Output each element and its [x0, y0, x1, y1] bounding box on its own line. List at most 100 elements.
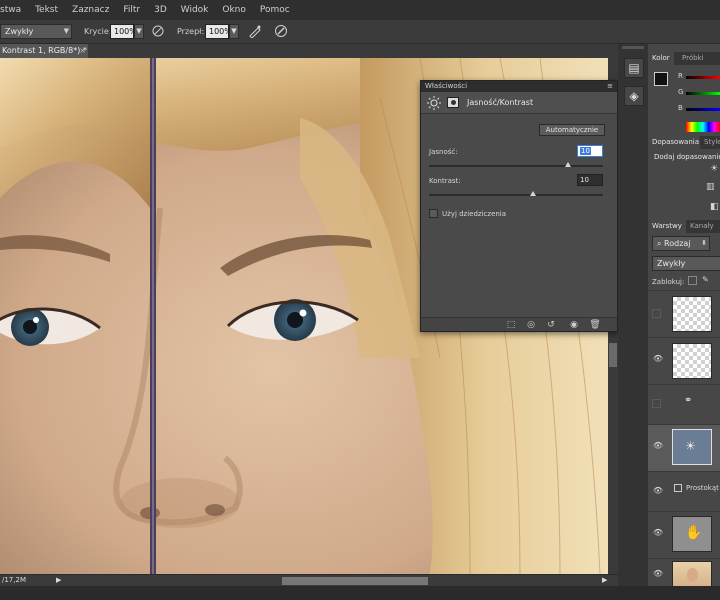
pressure-icon[interactable] [152, 25, 164, 37]
mask-icon[interactable] [447, 97, 459, 108]
menu-item-3d[interactable]: 3D [147, 5, 174, 15]
properties-panel-title-text: Właściwości [425, 82, 468, 90]
tab-swatches[interactable]: Próbki [678, 52, 708, 65]
tab-channels[interactable]: Kanały [686, 220, 718, 233]
trash-icon[interactable]: 🗑 [587, 319, 603, 331]
document-tab[interactable]: Kontrast 1, RGB/8*) * × [0, 44, 88, 58]
status-menu-icon[interactable]: ▶ [56, 576, 61, 584]
menu-item-window[interactable]: Okno [215, 5, 253, 15]
layer-row-selected[interactable]: 👁 ☀ [648, 424, 720, 471]
panel-icon-column: ▤ ◈ [618, 44, 648, 586]
menu-item-select[interactable]: Zaznacz [65, 5, 116, 15]
brightness-slider-knob[interactable] [565, 162, 572, 167]
channel-b-label: B [678, 104, 683, 112]
eye-icon[interactable]: 👁 [652, 528, 664, 538]
search-icon: ⌕ [657, 239, 665, 248]
legacy-label: Użyj dziedziczenia [442, 210, 507, 218]
bottom-strip [0, 586, 720, 600]
blend-mode-value: Zwykły [657, 259, 686, 268]
layer-row[interactable]: 👁 [648, 337, 720, 384]
right-panel-dock: Kolor Próbki R G B Dopasowania Style Dod… [648, 44, 720, 587]
color-spectrum-bar[interactable] [686, 122, 720, 132]
eye-icon[interactable]: 👁 [652, 569, 664, 579]
contrast-slider-knob[interactable] [530, 191, 537, 196]
opacity-dropdown-icon[interactable]: ▼ [134, 24, 144, 39]
layer-row[interactable] [648, 290, 720, 337]
scroll-right-icon[interactable]: ▶ [602, 576, 607, 584]
menu-item-text[interactable]: Tekst [28, 5, 65, 15]
pressure-size-icon[interactable] [274, 24, 288, 38]
eye-icon[interactable]: 👁 [652, 354, 664, 364]
visibility-eye-icon[interactable]: ◉ [566, 319, 582, 331]
menu-item-view[interactable]: Widok [174, 5, 216, 15]
blend-mode-select[interactable]: Zwykły [652, 256, 720, 271]
reset-icon[interactable]: ↺ [543, 319, 559, 331]
vertical-scroll-thumb[interactable] [609, 343, 617, 367]
layer-thumbnail: ✋ [672, 516, 712, 552]
layer-row[interactable]: 👁 [648, 558, 720, 587]
horizontal-scroll-thumb[interactable] [282, 577, 428, 585]
channel-g-slider[interactable] [686, 92, 720, 95]
layer-row[interactable]: 👁 ✋ [648, 511, 720, 558]
flow-dropdown-icon[interactable]: ▼ [229, 24, 239, 39]
brightness-field[interactable]: 10 [577, 145, 603, 157]
mode-select-value: Zwykły [5, 27, 34, 36]
tab-color[interactable]: Kolor [648, 52, 674, 65]
column-grip [622, 46, 644, 49]
tab-adjustments[interactable]: Dopasowania [648, 136, 704, 149]
channel-r-slider[interactable] [686, 76, 720, 79]
status-bar: /17,2M ▶ ▶ [0, 574, 618, 586]
foreground-color-swatch[interactable] [654, 72, 668, 86]
auto-button[interactable]: Automatycznie [539, 124, 605, 136]
contrast-slider[interactable] [429, 191, 603, 196]
history-icon[interactable]: ▤ [624, 58, 644, 78]
flow-field[interactable]: 100% [205, 24, 232, 39]
eye-icon[interactable]: 👁 [652, 441, 664, 451]
add-adjustment-label: Dodaj dopasowanie [654, 153, 720, 161]
legacy-checkbox[interactable] [429, 209, 438, 218]
properties-icon[interactable]: ◈ [624, 86, 644, 106]
flow-label: Przepł: [177, 27, 205, 36]
clip-to-layer-icon[interactable]: ⬚ [503, 319, 519, 331]
levels-adjustment-icon[interactable]: ▥ [706, 182, 715, 192]
view-previous-icon[interactable]: ◎ [523, 319, 539, 331]
properties-footer: ⬚ ◎ ↺ ◉ 🗑 [421, 317, 617, 331]
eye-icon[interactable]: 👁 [652, 486, 664, 496]
brightness-contrast-icon [427, 96, 441, 110]
menu-item-window-prefix[interactable]: stwa [0, 5, 28, 15]
opacity-field[interactable]: 100% [110, 24, 137, 39]
layer-filter-value: Rodzaj [664, 239, 691, 248]
layer-row[interactable]: ⚭ [648, 384, 720, 424]
hue-adjustment-icon[interactable]: ◧ [710, 202, 719, 212]
brightness-adjustment-icon[interactable]: ☀ [710, 164, 718, 174]
close-icon[interactable]: × [79, 44, 86, 58]
channel-b-slider[interactable] [686, 108, 720, 111]
properties-panel-title: Właściwości ≡ [421, 81, 617, 92]
tab-styles[interactable]: Style [700, 136, 720, 149]
contrast-label: Kontrast: [429, 177, 461, 185]
contrast-field[interactable]: 10 [577, 174, 603, 186]
brightness-contrast-icon: ☀ [685, 439, 696, 453]
layer-row[interactable]: 👁 Prostokąt [648, 471, 720, 511]
menu-item-help[interactable]: Pomoc [253, 5, 297, 15]
mode-select[interactable]: Zwykły ▼ [0, 24, 72, 39]
chevron-down-icon: ▼ [63, 27, 69, 35]
opacity-label: Krycie: [84, 27, 112, 36]
lock-transparent-icon[interactable] [688, 276, 697, 285]
layer-visibility-empty[interactable] [652, 309, 661, 318]
chevron-down-icon: ⬍ [701, 239, 707, 247]
airbrush-icon[interactable] [248, 24, 262, 39]
layer-filter-select[interactable]: ⌕ Rodzaj ⬍ [652, 236, 710, 251]
adjustment-title: Jasność/Kontrast [467, 98, 534, 107]
channel-g-label: G [678, 88, 684, 96]
layer-thumbnail [672, 343, 712, 379]
brightness-slider[interactable] [429, 162, 603, 167]
tab-layers[interactable]: Warstwy [648, 220, 686, 233]
lock-paint-icon[interactable]: ✎ [702, 275, 709, 284]
layer-visibility-empty[interactable] [652, 399, 661, 408]
options-bar: Zwykły ▼ Krycie: 100% ▼ Przepł: 100% ▼ [0, 20, 720, 44]
brightness-value: 10 [580, 147, 591, 155]
menu-item-filter[interactable]: Filtr [116, 5, 147, 15]
properties-panel: Właściwości ≡ Jasność/Kontrast Automatyc… [420, 80, 618, 332]
panel-menu-icon[interactable]: ≡ [607, 81, 613, 92]
